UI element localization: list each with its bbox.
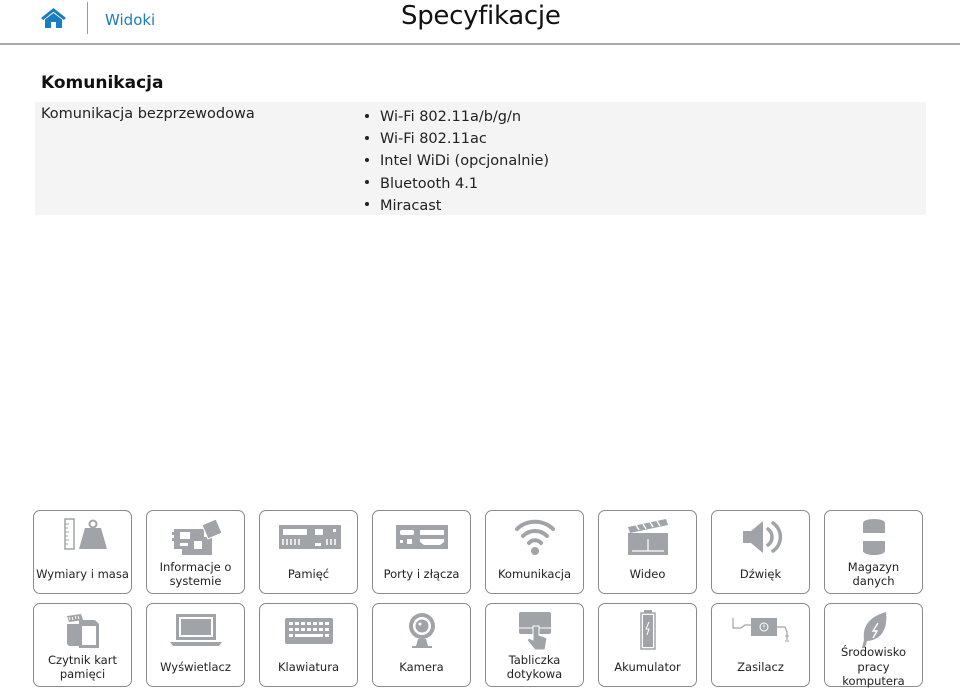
tile-porty-i-zlacza[interactable]: Porty i złącza [372,510,471,594]
tile-label: Tabliczka dotykowa [506,652,563,682]
spec-value-item: Wi-Fi 802.11a/b/g/n [365,106,549,128]
tile-magazyn-danych[interactable]: Magazyn danych [824,510,923,594]
tile-kamera[interactable]: Kamera [372,603,471,687]
clapperboard-icon [627,519,668,555]
tile-komunikacja[interactable]: Komunikacja [485,510,584,594]
tile-label: Wideo [629,566,666,581]
tile-label: Informacje o systemie [159,559,232,589]
spec-value-item: Intel WiDi (opcjonalnie) [365,150,549,172]
power-adapter-icon [731,618,789,642]
tile-label: Klawiatura [277,659,339,674]
motherboard-icon [171,518,223,555]
spec-value-item: Wi-Fi 802.11ac [365,128,549,150]
tile-label: Porty i złącza [383,566,460,581]
tile-czytnik-kart-pamieci[interactable]: Czytnik kart pamięci [33,603,132,687]
keyboard-icon [284,618,333,644]
tile-label: Wymiary i masa [36,566,129,581]
speaker-icon [742,521,782,553]
page-title: Specyfikacje [401,1,561,31]
tile-label: Kamera [399,659,444,674]
header-divider [87,2,88,34]
bullet-icon [365,180,369,185]
tile-label: Czytnik kart pamięci [48,652,117,682]
bullet-icon [365,113,369,118]
tile-label: Wyświetlacz [160,659,231,674]
storage-drive-icon [862,519,885,555]
nav-link-widoki[interactable]: Widoki [105,11,155,29]
bullet-icon [365,135,369,140]
tile-wymiary-i-masa[interactable]: Wymiary i masa [33,510,132,594]
tile-zasilacz[interactable]: Zasilacz [711,603,810,687]
section-title: Komunikacja [41,73,164,93]
webcam-icon [408,613,435,648]
tile-wyswietlacz[interactable]: Wyświetlacz [146,603,245,687]
tile-wideo[interactable]: Wideo [598,510,697,594]
tile-akumulator[interactable]: Akumulator [598,603,697,687]
touchpad-icon [518,612,551,651]
tile-klawiatura[interactable]: Klawiatura [259,603,358,687]
spec-value-item: Miracast [365,195,549,217]
tile-label: Dźwięk [739,566,782,581]
spec-label: Komunikacja bezprzewodowa [41,106,255,122]
ports-icon [395,525,448,549]
tile-label: Środowisko pracy komputera [840,645,907,689]
tile-label: Magazyn danych [847,559,900,589]
tile-pamiec[interactable]: Pamięć [259,510,358,594]
memory-card-icon [66,614,99,648]
home-icon[interactable] [40,7,67,29]
ruler-weight-icon [63,518,107,550]
bullet-icon [365,157,369,162]
memory-module-icon [278,525,341,549]
tile-informacje-o-systemie[interactable]: Informacje o systemie [146,510,245,594]
bullet-icon [365,202,369,207]
tile-srodowisko-pracy-komputera[interactable]: Środowisko pracy komputera [824,603,923,689]
wifi-icon [514,519,555,555]
tile-label: Komunikacja [497,566,572,581]
tile-tabliczka-dotykowa[interactable]: Tabliczka dotykowa [485,603,584,687]
tile-label: Zasilacz [737,659,784,674]
battery-icon [639,610,656,650]
spec-row: Komunikacja bezprzewodowa Wi-Fi 802.11a/… [35,102,926,215]
spec-value-item: Bluetooth 4.1 [365,173,549,195]
tile-dzwiek[interactable]: Dźwięk [711,510,810,594]
spec-value-list: Wi-Fi 802.11a/b/g/n Wi-Fi 802.11ac Intel… [365,106,549,217]
header-bar: Widoki Specyfikacje [0,0,960,45]
laptop-display-icon [169,614,222,646]
tile-label: Akumulator [614,659,681,674]
tile-label: Pamięć [287,566,330,581]
